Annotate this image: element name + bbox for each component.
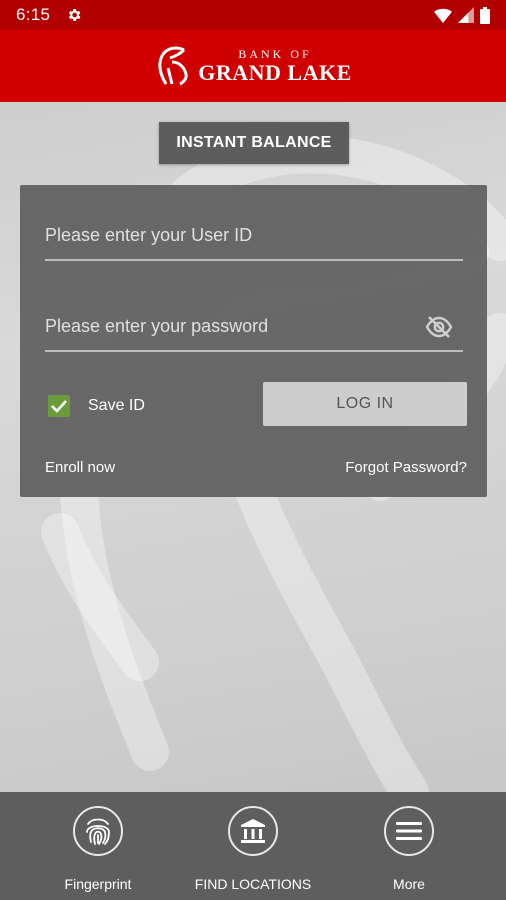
user-id-input[interactable] [45,224,463,246]
log-in-button[interactable]: LOG IN [263,382,467,426]
brand-top-text: BANK OF [238,47,312,61]
fingerprint-label: Fingerprint [64,876,132,892]
menu-icon [384,806,434,856]
save-id-checkbox[interactable] [48,395,70,417]
settings-icon [69,9,81,21]
fingerprint-nav-item[interactable]: Fingerprint [28,806,168,892]
login-panel: Save ID LOG IN Enroll now Forgot Passwor… [20,185,487,497]
status-time: 6:15 [16,5,51,24]
app-header: BANK OF GRAND LAKE [0,30,506,102]
password-input[interactable] [45,315,463,337]
battery-icon [480,6,490,24]
hide-password-icon[interactable] [425,316,453,338]
user-id-field-container [45,211,463,261]
bottom-nav: Fingerprint FIND LOCATIONS More [0,792,506,900]
forgot-password-link[interactable]: Forgot Password? [345,459,467,476]
status-bar: 6:15 [0,0,506,30]
find-locations-label: FIND LOCATIONS [194,876,312,892]
password-field-container [45,302,463,352]
signal-icon [458,7,474,23]
enroll-now-link[interactable]: Enroll now [45,459,115,476]
eagle-logo-icon [158,46,188,86]
fingerprint-icon [73,806,123,856]
bank-building-icon [228,806,278,856]
more-label: More [393,876,425,892]
more-nav-item[interactable]: More [339,806,479,892]
bank-logo: BANK OF GRAND LAKE [154,44,352,88]
find-locations-nav-item[interactable]: FIND LOCATIONS [183,806,323,892]
save-id-label: Save ID [88,397,145,414]
instant-balance-button[interactable]: INSTANT BALANCE [159,122,349,164]
brand-main-text: GRAND LAKE [198,60,352,85]
checkmark-icon [51,400,67,413]
wifi-icon [434,8,452,23]
save-id-row: Save ID [48,395,145,417]
